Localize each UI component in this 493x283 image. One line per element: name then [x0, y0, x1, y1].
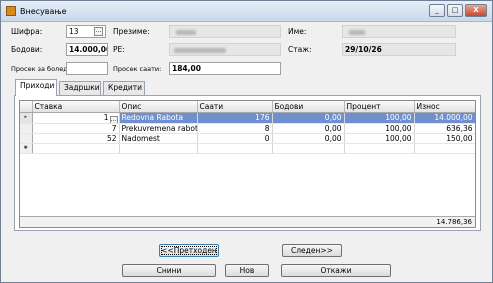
column-header-procent[interactable]: Процент	[344, 101, 415, 113]
new-row[interactable]: ✱	[20, 143, 475, 154]
cancel-button[interactable]: Откажи	[281, 264, 391, 277]
maximize-button[interactable]: □	[447, 4, 463, 17]
cell-stavka[interactable]: 7	[32, 123, 120, 134]
cell-empty[interactable]	[344, 143, 415, 154]
cell-iznos[interactable]: 150,00	[414, 133, 475, 144]
cell-procent[interactable]: 100,00	[344, 133, 415, 144]
cell-empty[interactable]	[32, 143, 120, 154]
grid-header-row: Ставка Опис Саати Бодови Процент Износ	[20, 101, 475, 113]
income-table: Ставка Опис Саати Бодови Процент Износ ▸…	[20, 101, 475, 154]
column-header-stavka[interactable]: Ставка	[32, 101, 120, 113]
grid-corner	[20, 101, 33, 113]
column-header-bodovi[interactable]: Бодови	[272, 101, 345, 113]
prosek-saati-value: 184,00	[172, 64, 201, 73]
cell-bodovi[interactable]: 0,00	[272, 123, 345, 134]
ime-label: Име:	[288, 27, 307, 36]
title-bar[interactable]: Внесување _ □ X	[1, 1, 492, 22]
ime-field	[342, 25, 456, 38]
sifra-value: 13	[69, 27, 79, 36]
cell-empty[interactable]	[414, 143, 475, 154]
grid-summary-row: 14.786,36	[20, 216, 475, 227]
prosek-saati-field[interactable]: 184,00	[169, 62, 281, 75]
sifra-lookup-button[interactable]: ...	[94, 27, 103, 36]
cell-opis[interactable]: Redovna Rabota	[119, 112, 198, 124]
tab-prihodi[interactable]: Приходи	[15, 79, 57, 96]
cell-empty[interactable]	[272, 143, 345, 154]
row-marker-icon[interactable]	[20, 123, 33, 134]
cell-iznos[interactable]: 14.000,00	[414, 112, 475, 124]
cell-procent[interactable]: 100,00	[344, 112, 415, 124]
window-title: Внесување	[20, 7, 67, 16]
bodovi-value: 14.000,00	[69, 45, 108, 54]
row-marker-icon[interactable]	[20, 133, 33, 144]
tab-panel-prihodi: Ставка Опис Саати Бодови Процент Износ ▸…	[14, 95, 481, 231]
close-button[interactable]: X	[465, 4, 487, 17]
cell-saati[interactable]: 0	[197, 133, 273, 144]
tab-krediti[interactable]: Кредити	[103, 81, 145, 95]
cell-saati[interactable]: 176	[197, 112, 273, 124]
table-row[interactable]: 52 Nadomest 0 0,00 100,00 150,00	[20, 133, 475, 144]
table-row[interactable]: 7 Prekuvremena rabota 8 0,00 100,00 636,…	[20, 123, 475, 134]
tab-zadrski[interactable]: Задршки	[59, 81, 101, 95]
next-button[interactable]: Следен>>	[282, 244, 342, 257]
cell-opis[interactable]: Prekuvremena rabota	[119, 123, 198, 134]
staz-label: Стаж:	[288, 45, 312, 54]
column-header-opis[interactable]: Опис	[119, 101, 198, 113]
cell-empty[interactable]	[119, 143, 198, 154]
cell-saati[interactable]: 8	[197, 123, 273, 134]
cell-bodovi[interactable]: 0,00	[272, 112, 345, 124]
prosek-boleduvanje-field[interactable]	[66, 62, 108, 75]
cell-opis[interactable]: Nadomest	[119, 133, 198, 144]
main-window: Внесување _ □ X Шифра: 13 ... Презиме: И…	[0, 0, 493, 283]
prosek-saati-label: Просек саати:	[113, 65, 162, 73]
column-header-iznos[interactable]: Износ	[414, 101, 475, 113]
staz-value: 29/10/26	[345, 45, 382, 54]
cell-stavka[interactable]: 52	[32, 133, 120, 144]
minimize-button[interactable]: _	[429, 4, 445, 17]
bodovi-field[interactable]: 14.000,00	[66, 43, 108, 56]
cell-stavka[interactable]: 1…	[32, 112, 120, 124]
new-row-icon[interactable]: ✱	[20, 143, 33, 154]
app-icon	[6, 6, 16, 16]
cell-stavka-value: 1	[103, 112, 109, 122]
redacted-text	[176, 30, 196, 35]
prosek-boleduvanje-label: Просек за болед.:	[11, 65, 72, 73]
prezime-field	[169, 25, 281, 38]
prezime-label: Презиме:	[113, 27, 150, 36]
new-button[interactable]: Нов	[225, 264, 269, 277]
row-marker-icon[interactable]: ▸	[20, 112, 33, 124]
staz-field: 29/10/26	[342, 43, 456, 56]
table-row[interactable]: ▸ 1… Redovna Rabota 176 0,00 100,00 14.0…	[20, 112, 475, 124]
pe-label: РЕ:	[113, 45, 125, 54]
bodovi-label: Бодови:	[11, 45, 43, 54]
column-header-saati[interactable]: Саати	[197, 101, 273, 113]
save-button[interactable]: Снини	[122, 264, 216, 277]
stavka-lookup-button[interactable]: …	[109, 115, 118, 122]
total-iznos: 14.786,36	[436, 218, 472, 226]
pe-field	[169, 43, 281, 56]
redacted-text	[174, 48, 226, 53]
sifra-label: Шифра:	[11, 27, 43, 36]
cell-empty[interactable]	[197, 143, 273, 154]
cell-procent[interactable]: 100,00	[344, 123, 415, 134]
cell-iznos[interactable]: 636,36	[414, 123, 475, 134]
income-grid[interactable]: Ставка Опис Саати Бодови Процент Износ ▸…	[19, 100, 476, 228]
cell-bodovi[interactable]: 0,00	[272, 133, 345, 144]
redacted-text	[349, 30, 365, 35]
previous-button[interactable]: <<Претходен	[159, 244, 219, 257]
